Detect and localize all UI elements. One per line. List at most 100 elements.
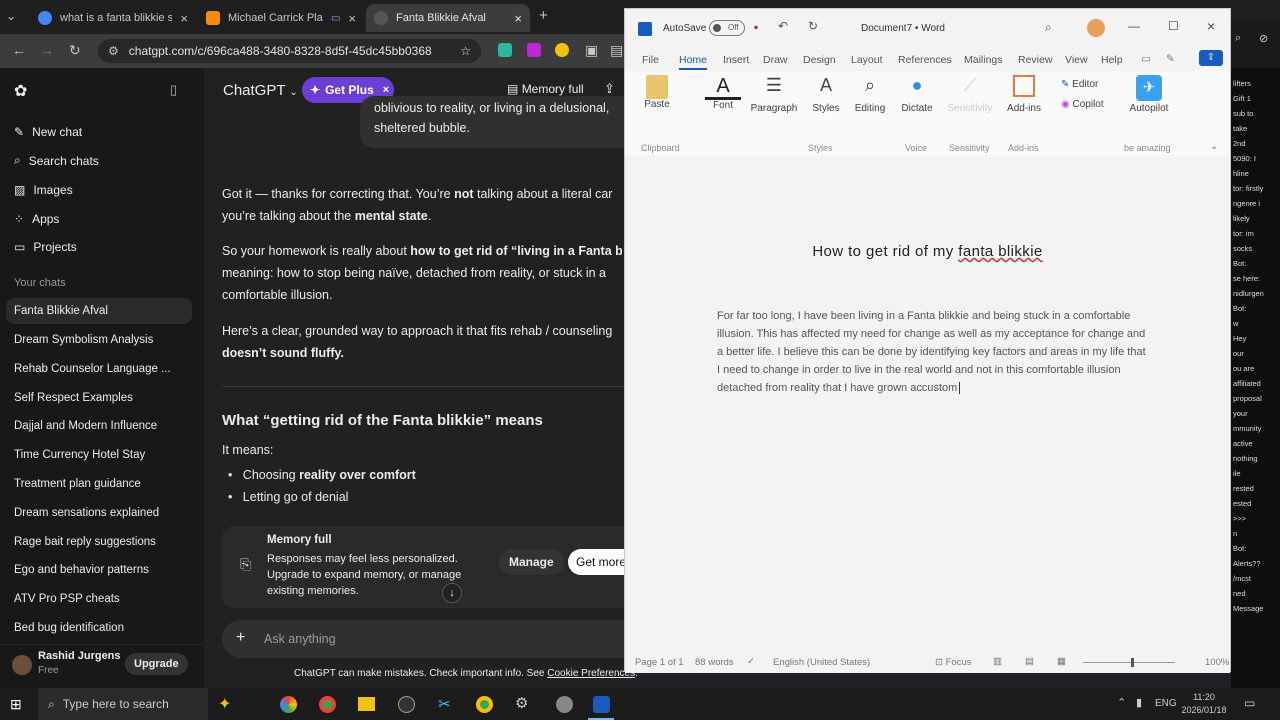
- page-count[interactable]: Page 1 of 1: [635, 657, 684, 668]
- user-account-row[interactable]: Rashid Jurgens Free Upgrade: [0, 644, 204, 688]
- memory-full-button[interactable]: ▤ Memory full: [507, 82, 584, 96]
- avatar[interactable]: [1087, 19, 1105, 37]
- comments-icon[interactable]: ▭: [1141, 53, 1151, 65]
- dictate-button[interactable]: ● Dictate: [899, 75, 935, 114]
- browser-tab-1[interactable]: what is a fanta blikkie slan ×: [30, 4, 196, 32]
- app-icon[interactable]: [556, 696, 573, 713]
- document-area[interactable]: How to get rid of my fanta blikkie For f…: [625, 155, 1230, 653]
- chat-item[interactable]: Ego and behavior patterns: [6, 557, 192, 583]
- apps-button[interactable]: ⁘ Apps: [6, 205, 192, 232]
- new-chat-button[interactable]: ✎ New chat: [6, 118, 192, 145]
- redo-icon[interactable]: ↻: [808, 19, 818, 33]
- read-mode-icon[interactable]: ▥: [993, 656, 1002, 667]
- editor-button[interactable]: ✎ Editor: [1061, 79, 1098, 90]
- maximize-icon[interactable]: ☐: [1168, 19, 1179, 33]
- copilot-icon[interactable]: [280, 696, 297, 713]
- images-button[interactable]: ▨ Images: [6, 176, 192, 203]
- projects-button[interactable]: ▭ Projects: [6, 233, 192, 260]
- word-taskbar-icon[interactable]: [593, 696, 610, 713]
- plus-icon[interactable]: +: [236, 629, 245, 647]
- sidebar-toggle-icon[interactable]: ▯: [170, 82, 177, 98]
- share-icon[interactable]: ⇪: [1199, 50, 1223, 66]
- paste-button[interactable]: Paste: [637, 75, 677, 110]
- search-chats-button[interactable]: ⌕ Search chats: [6, 147, 192, 174]
- chat-item[interactable]: Bed bug identification: [6, 615, 192, 641]
- focus-button[interactable]: ⊡ Focus: [935, 657, 971, 668]
- language[interactable]: English (United States): [773, 657, 870, 668]
- chat-item[interactable]: Dajjal and Modern Influence: [6, 413, 192, 439]
- site-info-icon[interactable]: ⚙: [108, 44, 119, 58]
- save-icon[interactable]: ▪: [754, 20, 758, 34]
- tab-home[interactable]: Home: [679, 54, 708, 70]
- model-selector[interactable]: ChatGPT ⌄: [223, 82, 298, 99]
- forward-icon[interactable]: →: [40, 42, 54, 58]
- chat-item[interactable]: Self Respect Examples: [6, 385, 192, 411]
- styles-button[interactable]: A Styles: [810, 75, 842, 114]
- browser-tab-2[interactable]: Michael Carrick Plays ▭ ×: [198, 4, 364, 32]
- back-icon[interactable]: ←: [12, 42, 26, 58]
- settings-gear-icon[interactable]: ⚙: [515, 694, 528, 712]
- chat-item[interactable]: Fanta Blikkie Afval: [6, 298, 192, 324]
- file-explorer-icon[interactable]: [358, 697, 375, 711]
- openai-logo-icon[interactable]: ✿: [14, 81, 27, 101]
- proofing-icon[interactable]: ✓: [747, 656, 755, 667]
- address-bar[interactable]: ⚙ chatgpt.com/c/696ca488-3480-8328-8d5f-…: [98, 39, 481, 63]
- autopilot-button[interactable]: ✈ Autopilot: [1125, 75, 1173, 114]
- undo-icon[interactable]: ↶: [778, 19, 788, 33]
- editing-button[interactable]: ⌕ Editing: [852, 75, 888, 114]
- print-layout-icon[interactable]: ▤: [1025, 656, 1034, 667]
- get-more-button[interactable]: Get more: [568, 549, 624, 575]
- chat-item[interactable]: Time Currency Hotel Stay: [6, 442, 192, 468]
- tray-chevron-icon[interactable]: ⌃: [1117, 696, 1126, 709]
- word-count[interactable]: 88 words: [695, 657, 734, 668]
- close-icon[interactable]: ×: [348, 11, 356, 26]
- tab-insert[interactable]: Insert: [723, 54, 749, 66]
- tab-file[interactable]: File: [642, 54, 659, 66]
- extensions-puzzle-icon[interactable]: ▣: [585, 42, 598, 59]
- windows-start-icon[interactable]: ⊞: [10, 696, 22, 713]
- addins-button[interactable]: Add-ins: [1004, 75, 1044, 114]
- tab-layout[interactable]: Layout: [851, 54, 883, 66]
- tab-mailings[interactable]: Mailings: [964, 54, 1003, 66]
- chat-item[interactable]: Dream Symbolism Analysis: [6, 327, 192, 353]
- zoom-slider-thumb[interactable]: [1131, 658, 1134, 667]
- tab-help[interactable]: Help: [1101, 54, 1123, 66]
- editing-mode-icon[interactable]: ✎: [1166, 53, 1175, 65]
- microphone-icon[interactable]: ▮: [1136, 696, 1142, 709]
- extension-icon[interactable]: [555, 43, 569, 57]
- close-icon[interactable]: ×: [383, 84, 389, 96]
- sidepanel-icon[interactable]: ▤: [610, 42, 623, 59]
- new-tab-button[interactable]: +: [539, 7, 548, 24]
- share-icon[interactable]: ⇪: [604, 81, 615, 97]
- cookie-preferences-link[interactable]: Cookie Preferences: [547, 668, 635, 679]
- tab-references[interactable]: References: [898, 54, 952, 66]
- steam-icon[interactable]: [398, 696, 415, 713]
- composer-input[interactable]: Ask anything: [264, 632, 336, 646]
- taskbar-search[interactable]: ⌕ Type here to search: [38, 688, 208, 720]
- chat-item[interactable]: Rehab Counselor Language ...: [6, 356, 192, 382]
- tab-search-icon[interactable]: ⌄: [6, 9, 16, 23]
- font-button[interactable]: A Font: [705, 75, 741, 111]
- copilot-button[interactable]: ◉ Copilot: [1061, 99, 1104, 110]
- widgets-icon[interactable]: ✦: [218, 694, 231, 714]
- chat-item[interactable]: Rage bait reply suggestions: [6, 529, 192, 555]
- language-indicator[interactable]: ENG: [1155, 698, 1177, 709]
- reload-icon[interactable]: ↻: [69, 42, 81, 59]
- chat-item[interactable]: ATV Pro PSP cheats: [6, 586, 192, 612]
- upgrade-button[interactable]: Upgrade: [125, 653, 188, 675]
- extension-icon[interactable]: [527, 43, 541, 57]
- chevron-down-icon[interactable]: ⌄: [1210, 141, 1218, 152]
- sensitivity-button[interactable]: ⟋ Sensitivity: [947, 75, 993, 114]
- bookmark-star-icon[interactable]: ☆: [460, 44, 471, 58]
- close-icon[interactable]: ×: [1207, 18, 1215, 34]
- tab-draw[interactable]: Draw: [763, 54, 788, 66]
- manage-button[interactable]: Manage: [499, 549, 564, 575]
- extension-icon[interactable]: [498, 43, 512, 57]
- paragraph-button[interactable]: ☰ Paragraph: [749, 75, 799, 114]
- composer[interactable]: + Ask anything: [222, 620, 624, 658]
- chat-item[interactable]: Dream sensations explained: [6, 500, 192, 526]
- scroll-down-icon[interactable]: ↓: [442, 583, 462, 603]
- notification-icon[interactable]: ▭: [1244, 696, 1255, 710]
- web-layout-icon[interactable]: ▦: [1057, 656, 1066, 667]
- chrome-icon[interactable]: [319, 696, 336, 713]
